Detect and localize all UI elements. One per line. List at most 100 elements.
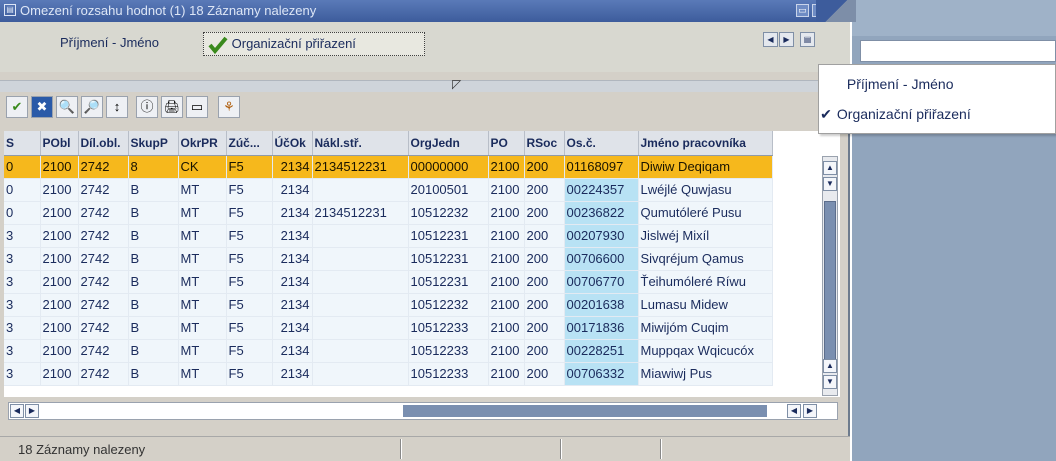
tab-menu-icon[interactable]: ▤ [800,32,815,47]
column-header[interactable]: RSoc [524,131,565,156]
table-cell[interactable]: 10512233 [408,339,489,363]
scroll-down-icon[interactable]: ▼ [823,177,837,191]
table-cell[interactable]: 10512231 [408,270,489,294]
table-cell[interactable]: 2100 [488,155,525,179]
menu-item-surname-name[interactable]: Příjmení - Jméno [819,73,1056,95]
table-cell[interactable]: 2100 [40,201,79,225]
table-cell[interactable] [312,178,409,202]
table-cell[interactable]: 10512231 [408,247,489,271]
tab-org-assignment[interactable]: Organizační přiřazení [203,32,425,56]
column-header[interactable]: OrgJedn [408,131,489,156]
info-icon[interactable]: ⓘ [136,96,158,118]
table-cell[interactable]: B [128,316,179,340]
table-cell[interactable]: 2134 [272,224,313,248]
vertical-scrollbar[interactable]: ▲ ▼ ▲ ▼ [822,156,838,396]
table-cell[interactable]: 200 [524,316,565,340]
table-cell[interactable]: 10512233 [408,316,489,340]
table-row[interactable]: 3 2100 2742 B MT F5 2134 10512233 2100 200 0022825… [4,339,773,363]
table-cell[interactable]: MT [178,339,227,363]
table-cell[interactable]: 00706600 [564,247,639,271]
print-icon[interactable]: 🖨 [161,96,183,118]
table-cell[interactable]: 2134 [272,178,313,202]
table-cell[interactable]: 2134 [272,247,313,271]
table-cell[interactable]: B [128,201,179,225]
table-cell[interactable]: 2100 [40,270,79,294]
column-header[interactable]: S [4,131,41,156]
table-cell[interactable] [312,224,409,248]
table-cell[interactable]: 00201638 [564,293,639,317]
scroll-left-icon[interactable]: ◀ [787,404,801,418]
table-cell[interactable]: 2100 [40,316,79,340]
column-header[interactable]: Os.č. [564,131,639,156]
table-cell[interactable] [312,270,409,294]
tab-surname-name[interactable]: Příjmení - Jméno [50,32,210,56]
table-cell[interactable]: 00236822 [564,201,639,225]
scroll-up-icon[interactable]: ▲ [823,359,837,373]
column-header[interactable]: PObl [40,131,79,156]
table-cell[interactable]: B [128,270,179,294]
table-cell[interactable]: B [128,293,179,317]
table-cell[interactable]: 00224357 [564,178,639,202]
table-cell[interactable]: 200 [524,201,565,225]
table-cell[interactable]: 2134 [272,316,313,340]
table-cell[interactable]: F5 [226,224,273,248]
table-cell[interactable]: 2134 [272,155,313,179]
column-header[interactable]: Nákl.stř. [312,131,409,156]
table-cell[interactable]: 2100 [488,270,525,294]
dialog-titlebar[interactable]: ▤ Omezení rozsahu hodnot (1) 18 Záznamy … [0,0,850,22]
table-cell[interactable]: 2100 [488,362,525,386]
table-cell[interactable]: 10512231 [408,224,489,248]
table-cell[interactable]: Jislwéj Mixíl [638,224,773,248]
table-cell[interactable]: 200 [524,270,565,294]
table-cell[interactable]: F5 [226,201,273,225]
table-cell[interactable]: F5 [226,316,273,340]
table-cell[interactable]: 2100 [488,293,525,317]
column-header[interactable]: Díl.obl. [78,131,129,156]
table-cell[interactable]: Miwijóm Cuqim [638,316,773,340]
table-cell[interactable]: 2134512231 [312,155,409,179]
column-header[interactable]: SkupP [128,131,179,156]
table-cell[interactable]: 8 [128,155,179,179]
table-cell[interactable]: 2742 [78,155,129,179]
check-icon[interactable]: ✔ [6,96,28,118]
column-header[interactable]: Jméno pracovníka [638,131,773,156]
table-cell[interactable] [312,339,409,363]
table-row[interactable]: 0 2100 2742 B MT F5 2134 20100501 2100 200 0022435… [4,178,773,202]
scroll-right-icon[interactable]: ▶ [25,404,39,418]
table-cell[interactable]: 2742 [78,293,129,317]
table-cell[interactable]: B [128,178,179,202]
table-cell[interactable]: MT [178,316,227,340]
table-cell[interactable]: Miawiwj Pus [638,362,773,386]
table-cell[interactable]: 10512232 [408,201,489,225]
table-cell[interactable]: F5 [226,270,273,294]
cancel-icon[interactable]: ✖ [31,96,53,118]
table-cell[interactable]: 3 [4,362,41,386]
table-cell[interactable]: Lumasu Midew [638,293,773,317]
table-cell[interactable]: 2100 [40,247,79,271]
table-cell[interactable]: B [128,362,179,386]
table-cell[interactable]: 200 [524,247,565,271]
minimize-icon[interactable]: ▭ [796,4,809,17]
column-header[interactable]: Zúč... [226,131,273,156]
table-cell[interactable]: 2742 [78,201,129,225]
tab-next-icon[interactable]: ▶ [779,32,794,47]
table-cell[interactable]: 200 [524,178,565,202]
table-cell[interactable]: 2100 [40,362,79,386]
table-cell[interactable]: 200 [524,155,565,179]
table-cell[interactable]: 00207930 [564,224,639,248]
table-cell[interactable] [312,316,409,340]
table-cell[interactable]: 2742 [78,339,129,363]
table-cell[interactable]: B [128,224,179,248]
table-cell[interactable]: 00706332 [564,362,639,386]
table-cell[interactable]: 2100 [488,178,525,202]
table-cell[interactable]: 200 [524,293,565,317]
table-cell[interactable]: F5 [226,178,273,202]
sort-icon[interactable]: ↕ [106,96,128,118]
table-cell[interactable]: 2742 [78,270,129,294]
table-row[interactable]: 3 2100 2742 B MT F5 2134 10512231 2100 200 0070677… [4,270,773,294]
table-cell[interactable]: 2100 [488,339,525,363]
table-cell[interactable]: 3 [4,247,41,271]
table-cell[interactable]: 3 [4,224,41,248]
table-cell[interactable]: Ťeihumóleré Ríwu [638,270,773,294]
table-cell[interactable]: MT [178,362,227,386]
